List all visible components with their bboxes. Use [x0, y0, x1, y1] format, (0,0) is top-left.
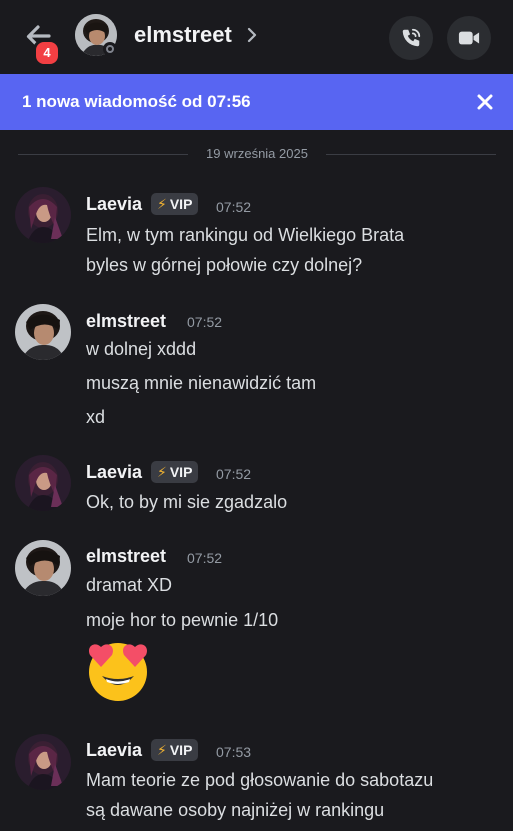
message-timestamp: 07:53: [216, 744, 252, 760]
elmstreet-avatar[interactable]: [15, 540, 71, 596]
message-text: dramat XD: [86, 575, 173, 595]
laevia-avatar[interactable]: [15, 455, 71, 511]
video-camera-icon: [458, 31, 480, 45]
lightning-icon: ⚡: [157, 196, 167, 212]
laevia-avatar[interactable]: [15, 734, 71, 790]
laevia-avatar-image: [15, 455, 71, 511]
new-messages-bar[interactable]: 1 nowa wiadomość od 07:56: [0, 74, 513, 130]
elmstreet-avatar[interactable]: [15, 304, 71, 360]
message-timestamp: 07:52: [187, 314, 223, 330]
message-text: w dolnej xddd: [86, 339, 197, 359]
chevron-right-icon[interactable]: [246, 26, 258, 44]
message-author[interactable]: Laevia: [86, 194, 142, 215]
vip-badge-label: VIP: [169, 464, 193, 480]
date-divider: 19 września 2025: [206, 146, 308, 161]
message-timestamp: 07:52: [216, 466, 252, 482]
message-author[interactable]: elmstreet: [86, 546, 166, 567]
elmstreet-avatar-image: [15, 540, 71, 596]
message-text: Elm, w tym rankingu od Wielkiego Brata: [86, 225, 405, 245]
message-author[interactable]: Laevia: [86, 740, 142, 761]
vip-badge: ⚡ VIP: [151, 739, 199, 761]
divider-line-right: [326, 154, 496, 155]
voice-call-button[interactable]: [389, 16, 433, 60]
message-author[interactable]: Laevia: [86, 462, 142, 483]
divider-line-left: [18, 154, 188, 155]
video-call-button[interactable]: [447, 16, 491, 60]
message-author[interactable]: elmstreet: [86, 311, 166, 332]
unread-count-badge: 4: [33, 39, 61, 67]
vip-badge-label: VIP: [169, 742, 193, 758]
laevia-avatar-image: [15, 187, 71, 243]
message-text: Ok, to by mi sie zgadzalo: [86, 492, 288, 512]
vip-badge: ⚡ VIP: [151, 461, 199, 483]
new-messages-text: 1 nowa wiadomość od 07:56: [22, 92, 251, 111]
vip-badge: ⚡ VIP: [151, 193, 199, 215]
message-text: Mam teorie ze pod głosowanie do sabotazu: [86, 770, 434, 790]
laevia-avatar[interactable]: [15, 187, 71, 243]
chat-header: 4 elmstreet: [0, 0, 513, 74]
lightning-icon: ⚡: [157, 742, 167, 758]
message-text: są dawane osoby najniżej w rankingu: [86, 800, 385, 820]
message-text: moje hor to pewnie 1/10: [86, 610, 279, 630]
laevia-avatar-image: [15, 734, 71, 790]
message-text: muszą mnie nienawidzić tam: [86, 373, 317, 393]
vip-badge-label: VIP: [169, 196, 193, 212]
channel-title[interactable]: elmstreet: [134, 22, 232, 48]
phone-icon: [402, 28, 421, 47]
lightning-icon: ⚡: [157, 464, 167, 480]
offline-status-icon: [103, 42, 117, 56]
message-text: xd: [86, 407, 106, 427]
message-text: byles w górnej połowie czy dolnej?: [86, 255, 363, 275]
message-timestamp: 07:52: [187, 550, 223, 566]
heart-eyes-emoji-icon[interactable]: [86, 638, 150, 702]
message-timestamp: 07:52: [216, 199, 252, 215]
close-icon[interactable]: [476, 93, 494, 111]
elmstreet-avatar-image: [15, 304, 71, 360]
